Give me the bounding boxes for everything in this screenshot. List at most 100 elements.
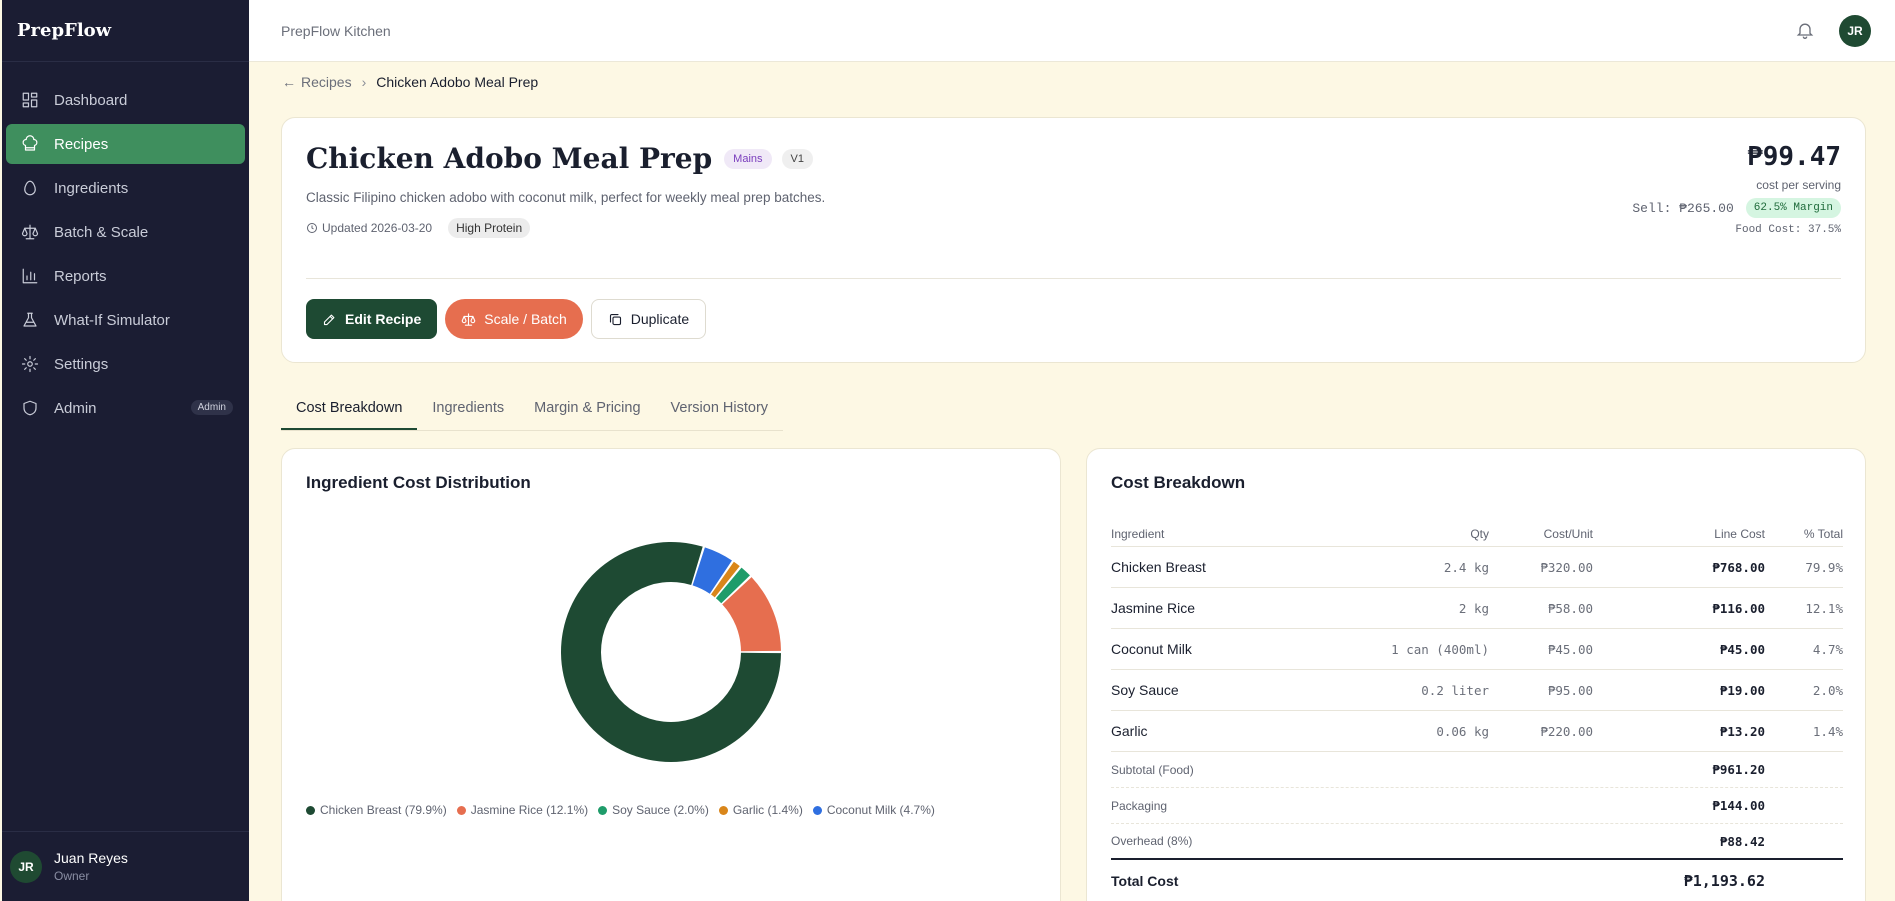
topbar: PrepFlow Kitchen JR (249, 0, 1895, 62)
cell-line-cost: ₱768.00 (1712, 559, 1765, 575)
sidebar-item-label: Recipes (54, 135, 109, 153)
bell-icon[interactable] (1795, 20, 1815, 42)
action-buttons: Edit Recipe Scale / Batch Duplicate (306, 299, 714, 339)
admin-badge: Admin (190, 400, 233, 415)
sidebar-item-recipes[interactable]: Recipes (6, 124, 245, 164)
legend-swatch (812, 805, 822, 815)
sidebar-nav: Dashboard Recipes Ingredients Batch & Sc… (2, 62, 249, 428)
sidebar-item-label: What-If Simulator (54, 311, 170, 329)
table-row[interactable]: Jasmine Rice 2 kg ₱58.00 ₱116.00 12.1% (1111, 588, 1843, 629)
cell-cost-unit: ₱320.00 (1540, 559, 1593, 575)
brand-logo[interactable]: PrepFlow (2, 0, 249, 62)
legend-item: Chicken Breast (79.9%) (306, 803, 447, 817)
tag-badge: High Protein (448, 218, 531, 238)
sidebar-item-label: Ingredients (54, 179, 129, 197)
user-profile[interactable]: JR Juan Reyes Owner (2, 831, 249, 901)
tab-cost-breakdown[interactable]: Cost Breakdown (281, 390, 418, 430)
sidebar-item-settings[interactable]: Settings (6, 344, 245, 384)
user-name: Juan Reyes (54, 850, 128, 866)
scale-icon (461, 312, 476, 326)
table-row[interactable]: Chicken Breast 2.4 kg ₱320.00 ₱768.00 79… (1111, 547, 1843, 588)
gear-icon (20, 354, 40, 374)
scale-batch-button[interactable]: Scale / Batch (445, 299, 583, 339)
breadcrumb-recipes-link[interactable]: Recipes (301, 74, 352, 90)
food-cost: Food Cost: 37.5% (1735, 224, 1841, 236)
sidebar-item-reports[interactable]: Reports (6, 256, 245, 296)
cell-line-cost: ₱116.00 (1712, 600, 1765, 616)
table-header: Ingredient Qty Cost/Unit Line Cost % Tot… (1111, 522, 1843, 547)
sidebar-item-ingredients[interactable]: Ingredients (6, 168, 245, 208)
tab-version-history[interactable]: Version History (656, 390, 784, 430)
subtotal-value: ₱961.20 (1712, 762, 1765, 777)
table-row[interactable]: Garlic 0.06 kg ₱220.00 ₱13.20 1.4% (1111, 711, 1843, 752)
cell-ingredient: Garlic (1111, 723, 1148, 739)
recipe-tabs: Cost Breakdown Ingredients Margin & Pric… (281, 390, 784, 431)
sidebar-item-what-if-simulator[interactable]: What-If Simulator (6, 300, 245, 340)
packaging-label: Packaging (1111, 798, 1168, 813)
topbar-avatar[interactable]: JR (1839, 15, 1871, 47)
recipe-meta: Updated 2026-03-20 High Protein (306, 218, 531, 238)
sidebar-item-label: Dashboard (54, 91, 128, 109)
legend-label: Chicken Breast (79.9%) (320, 803, 447, 817)
tab-ingredients[interactable]: Ingredients (417, 390, 519, 430)
legend-label: Coconut Milk (4.7%) (826, 803, 935, 817)
sidebar-item-batch-scale[interactable]: Batch & Scale (6, 212, 245, 252)
cost-per-serving: ₱99.47 (1747, 142, 1841, 172)
sidebar-item-admin[interactable]: Admin Admin (6, 388, 245, 428)
duplicate-button[interactable]: Duplicate (590, 299, 707, 339)
overhead-value: ₱88.42 (1719, 833, 1765, 849)
legend-label: Garlic (1.4%) (732, 803, 803, 817)
legend-swatch (456, 805, 466, 815)
cell-cost-unit: ₱220.00 (1540, 723, 1593, 739)
cell-ingredient: Chicken Breast (1111, 559, 1206, 575)
legend-label: Jasmine Rice (12.1%) (470, 803, 589, 817)
overhead-label: Overhead (8%) (1111, 834, 1193, 848)
legend-item: Coconut Milk (4.7%) (812, 803, 935, 817)
sidebar-item-label: Settings (54, 355, 109, 373)
tab-margin-pricing[interactable]: Margin & Pricing (519, 390, 655, 430)
scale-batch-label: Scale / Batch (484, 311, 567, 327)
chef-hat-icon (20, 134, 40, 154)
total-value: ₱1,193.62 (1683, 872, 1765, 890)
table-row[interactable]: Soy Sauce 0.2 liter ₱95.00 ₱19.00 2.0% (1111, 670, 1843, 711)
legend-label: Soy Sauce (2.0%) (612, 803, 709, 817)
legend-item: Soy Sauce (2.0%) (598, 803, 709, 817)
org-name: PrepFlow Kitchen (281, 22, 391, 39)
legend-swatch (718, 805, 728, 815)
duplicate-label: Duplicate (630, 311, 690, 327)
cell-line-cost: ₱45.00 (1719, 641, 1765, 657)
edit-recipe-button[interactable]: Edit Recipe (306, 299, 438, 339)
cost-table: Ingredient Qty Cost/Unit Line Cost % Tot… (1111, 522, 1843, 901)
cell-qty: 2 kg (1458, 600, 1489, 616)
cell-qty: 0.2 liter (1421, 682, 1489, 698)
donut-chart (561, 542, 781, 762)
cost-per-serving-label: cost per serving (1756, 178, 1841, 192)
table-row[interactable]: Coconut Milk 1 can (400ml) ₱45.00 ₱45.00… (1111, 629, 1843, 670)
cell-qty: 1 can (400ml) (1391, 641, 1489, 657)
total-row: Total Cost ₱1,193.62 (1111, 860, 1843, 901)
cell-line-cost: ₱13.20 (1719, 723, 1765, 739)
clock-icon (307, 223, 317, 233)
scale-icon (20, 222, 40, 242)
dashboard-icon (20, 90, 40, 110)
cell-cost-unit: ₱95.00 (1547, 682, 1593, 698)
arrow-left-icon: ← (282, 74, 296, 90)
margin-badge: 62.5% Margin (1745, 198, 1841, 218)
cell-pct: 4.7% (1812, 641, 1843, 657)
legend-item: Jasmine Rice (12.1%) (456, 803, 589, 817)
col-qty: Qty (1470, 527, 1489, 541)
page-title: Chicken Adobo Meal Prep (306, 142, 713, 175)
breadcrumb: ← Recipes › Chicken Adobo Meal Prep (282, 74, 538, 90)
packaging-value: ₱144.00 (1712, 798, 1765, 813)
cost-distribution-card: Ingredient Cost Distribution Chicken Bre… (281, 448, 1061, 901)
sidebar-item-dashboard[interactable]: Dashboard (6, 80, 245, 120)
col-ingredient: Ingredient (1111, 527, 1165, 541)
breadcrumb-current: Chicken Adobo Meal Prep (376, 74, 539, 90)
sidebar-item-label: Batch & Scale (54, 223, 149, 241)
cell-pct: 1.4% (1812, 723, 1843, 739)
price-summary: ₱99.47 cost per serving Sell: ₱265.00 62… (1632, 142, 1841, 236)
recipe-title-row: Chicken Adobo Meal Prep Mains V1 (306, 142, 813, 175)
copy-icon (609, 313, 621, 325)
cell-line-cost: ₱19.00 (1719, 682, 1765, 698)
edit-recipe-label: Edit Recipe (345, 311, 422, 327)
